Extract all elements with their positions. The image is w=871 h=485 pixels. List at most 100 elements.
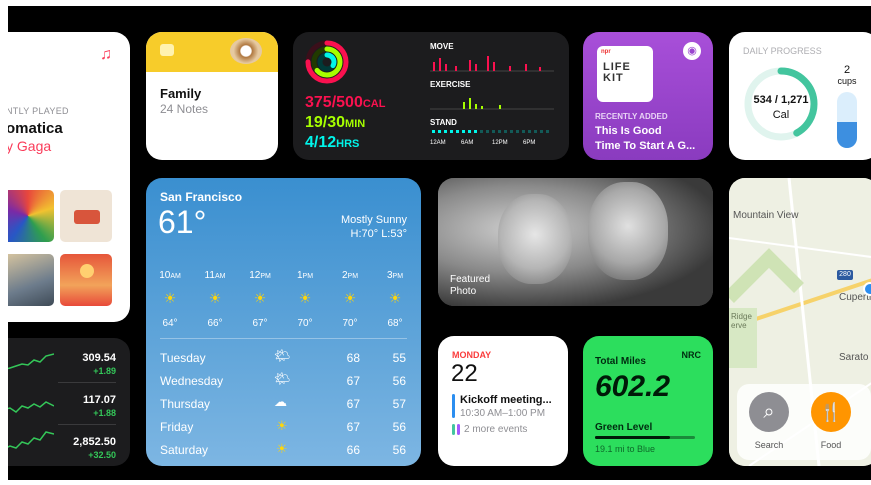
maps-widget[interactable]: Mountain View 280 Cupertino Ridge erve S… bbox=[729, 178, 871, 466]
calendar-widget[interactable]: MONDAY 22 Kickoff meeting... 10:30 AM–1:… bbox=[438, 336, 568, 466]
forecast-high: 67 bbox=[346, 374, 360, 388]
event-color-bar bbox=[457, 424, 460, 435]
exercise-value: 19/30MIN bbox=[305, 114, 366, 131]
calendar-date: 22 bbox=[451, 360, 478, 387]
forecast-low: 56 bbox=[392, 420, 406, 434]
tick-6am: 6AM bbox=[461, 140, 474, 146]
podcast-widget[interactable]: npr LIFE KIT ◉ RECENTLY ADDED This Is Go… bbox=[583, 32, 713, 160]
exercise-label: EXERCISE bbox=[430, 80, 471, 89]
album-cover-1[interactable] bbox=[8, 190, 54, 242]
recently-added-label: RECENTLY ADDED bbox=[595, 112, 668, 121]
stand-value: 4/12HRS bbox=[305, 134, 360, 151]
episode-subtitle: Time To Start A G... bbox=[595, 140, 696, 152]
photo-face-right bbox=[588, 182, 668, 280]
stock-change: +1.88 bbox=[93, 408, 116, 418]
stock-price: 2,852.50 bbox=[73, 436, 116, 448]
forecast-high: 66 bbox=[346, 443, 360, 457]
cups-count: 2 bbox=[843, 64, 851, 76]
stock-change: +1.89 bbox=[93, 366, 116, 376]
forecast-low: 57 bbox=[392, 397, 406, 411]
level-subtext: 19.1 mi to Blue bbox=[595, 444, 656, 454]
highway-shield: 280 bbox=[837, 270, 853, 280]
photo-face-left bbox=[498, 194, 572, 284]
hour-temp: 70° bbox=[342, 318, 358, 329]
album-title: omatica bbox=[8, 120, 63, 137]
exercise-graph bbox=[430, 98, 554, 110]
move-label: MOVE bbox=[430, 42, 454, 51]
forecast-day: Saturday bbox=[160, 443, 209, 457]
partly-cloudy-icon: 🌤 bbox=[274, 348, 291, 363]
more-events: 2 more events bbox=[464, 424, 528, 435]
hour-label: 10AM bbox=[159, 270, 181, 281]
event-color-bar bbox=[452, 424, 455, 435]
current-location-dot bbox=[863, 282, 871, 296]
forecast-low: 56 bbox=[392, 374, 406, 388]
map-label-saratoga: Sarato bbox=[839, 352, 869, 363]
event-color-bar bbox=[452, 394, 455, 418]
forecast-day: Tuesday bbox=[160, 351, 206, 365]
tick-6pm: 6PM bbox=[523, 140, 536, 146]
photo-label: Photo bbox=[450, 286, 477, 297]
hour-temp: 67° bbox=[252, 318, 268, 329]
level-progress-bar bbox=[595, 436, 695, 439]
activity-rings-icon bbox=[305, 40, 349, 84]
weather-widget[interactable]: San Francisco 61° Mostly Sunny H:70° L:5… bbox=[146, 178, 421, 466]
total-miles-label: Total Miles bbox=[595, 356, 646, 367]
forecast-high: 67 bbox=[346, 397, 360, 411]
stock-price: 309.54 bbox=[82, 352, 116, 364]
move-value: 375/500CAL bbox=[305, 94, 386, 111]
divider bbox=[160, 338, 407, 339]
daily-progress-label: DAILY PROGRESS bbox=[743, 46, 822, 56]
event-title: Kickoff meeting... bbox=[460, 394, 552, 406]
map-label-ridge: Ridge bbox=[731, 312, 752, 321]
forecast-low: 56 bbox=[392, 443, 406, 457]
water-gauge bbox=[837, 92, 857, 148]
album-cover-3[interactable] bbox=[8, 254, 54, 306]
album-cover-4[interactable] bbox=[60, 254, 112, 306]
stand-label: STAND bbox=[430, 118, 457, 127]
notes-folder-title: Family bbox=[160, 86, 202, 101]
sun-icon: ☀ bbox=[276, 418, 288, 433]
stock-price: 117.07 bbox=[82, 394, 116, 406]
move-graph bbox=[430, 56, 554, 72]
food-icon[interactable]: 🍴 bbox=[811, 392, 851, 432]
episode-title: This Is Good bbox=[595, 125, 662, 137]
hour-temp: 70° bbox=[297, 318, 313, 329]
album-cover-2[interactable] bbox=[60, 190, 112, 242]
cloud-icon: ☁ bbox=[274, 394, 287, 409]
sun-icon: ☀ bbox=[276, 441, 288, 456]
tick-12am: 12AM bbox=[430, 140, 446, 146]
event-time: 10:30 AM–1:00 PM bbox=[460, 408, 546, 419]
sun-icon: ☀ bbox=[343, 290, 357, 306]
stocks-widget[interactable]: 309.54 +1.89 117.07 +1.88 2,852.50 +32.5… bbox=[8, 338, 130, 466]
calorie-unit: Cal bbox=[772, 109, 790, 121]
folder-icon bbox=[160, 44, 174, 56]
cups-label: cups bbox=[837, 76, 857, 86]
podcast-artwork: npr LIFE KIT bbox=[597, 46, 653, 102]
sun-icon: ☀ bbox=[163, 290, 177, 306]
level-label: Green Level bbox=[595, 422, 653, 433]
sun-icon: ☀ bbox=[253, 290, 267, 306]
weather-temperature: 61° bbox=[158, 204, 207, 240]
hour-label: 11AM bbox=[204, 270, 226, 281]
search-icon[interactable]: ⌕ bbox=[749, 392, 789, 432]
hour-temp: 68° bbox=[387, 318, 403, 329]
sun-icon: ☀ bbox=[298, 290, 312, 306]
total-miles-value: 602.2 bbox=[595, 370, 671, 403]
hour-label: 2PM bbox=[341, 270, 359, 281]
weather-condition: Mostly Sunny bbox=[340, 214, 407, 226]
nike-run-club-widget[interactable]: Total Miles NRC 602.2 Green Level 19.1 m… bbox=[583, 336, 713, 466]
forecast-low: 55 bbox=[392, 351, 406, 365]
hour-label: 12PM bbox=[249, 270, 271, 281]
featured-photo-widget[interactable]: Featured Photo bbox=[438, 178, 713, 306]
forecast-day: Thursday bbox=[160, 397, 211, 411]
daily-progress-widget[interactable]: DAILY PROGRESS 534 / 1,271 Cal 2 cups bbox=[729, 32, 871, 160]
music-widget[interactable]: ♫ NTLY PLAYED omatica y Gaga bbox=[8, 32, 130, 322]
notes-widget[interactable]: Family 24 Notes bbox=[146, 32, 278, 160]
hour-label: 3PM bbox=[386, 270, 404, 281]
map-label-preserve: erve bbox=[731, 321, 747, 330]
activity-widget[interactable]: 375/500CAL 19/30MIN 4/12HRS MOVE EXERCIS… bbox=[293, 32, 569, 160]
podcast-icon: ◉ bbox=[683, 42, 701, 60]
forecast-day: Wednesday bbox=[160, 374, 224, 388]
featured-photo-image bbox=[438, 178, 713, 306]
